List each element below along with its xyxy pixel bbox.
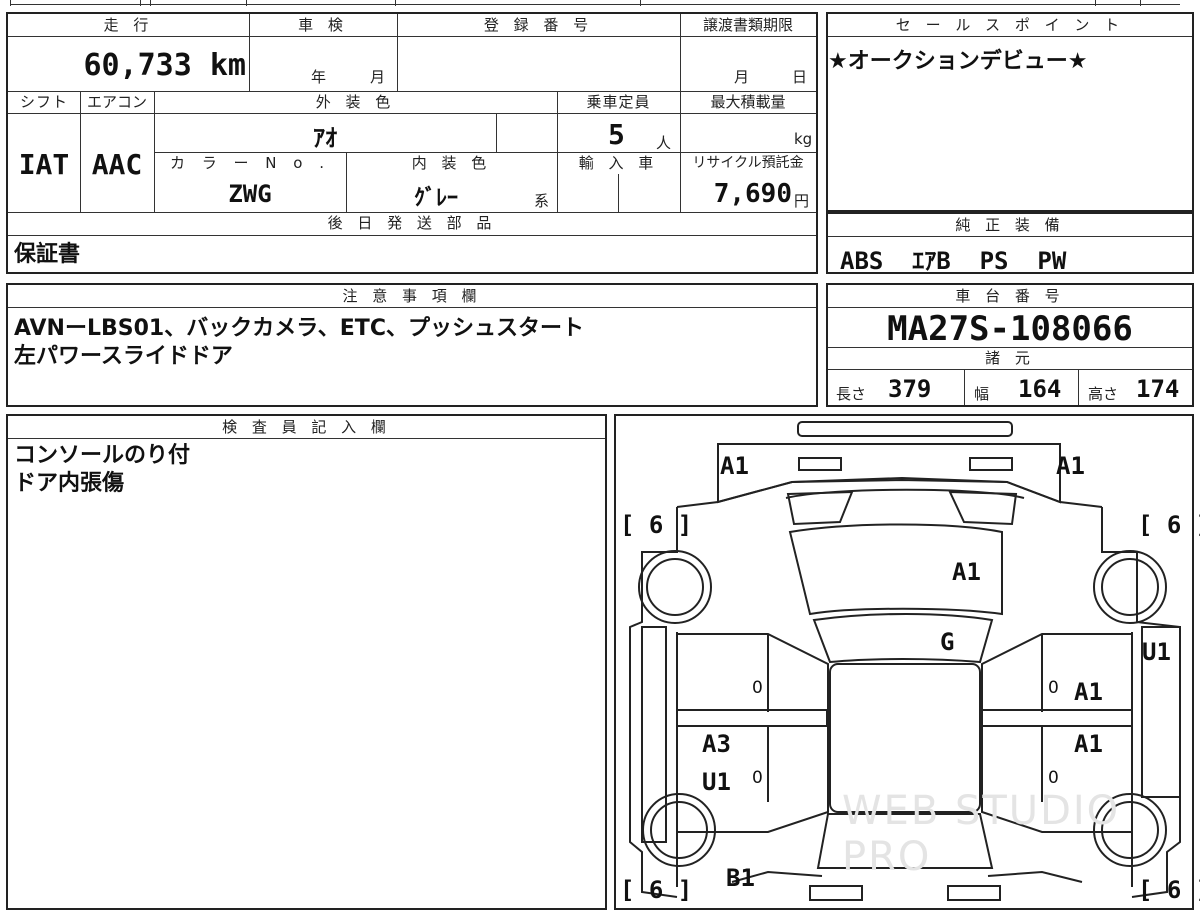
car-condition-diagram: [ 6 ] [ 6 ] [ 6 ] [ 6 ] A1 A1 A1 G U1 A1… bbox=[614, 414, 1200, 910]
inspection-month-unit: 月 bbox=[370, 68, 386, 86]
equipment-box: 純 正 装 備 ABS ｴｱB PS PW bbox=[826, 212, 1194, 275]
mark-left-rear-door-1: A3 bbox=[702, 730, 731, 758]
width-value: 164 bbox=[1018, 375, 1062, 403]
mark-front-right: A1 bbox=[1056, 452, 1085, 480]
deadline-day-unit: 日 bbox=[792, 68, 808, 86]
sales-point-value: ★オークションデビュー★ bbox=[828, 49, 1088, 74]
mark-right-front-door: A1 bbox=[1074, 678, 1103, 706]
import-header: 輸 入 車 bbox=[578, 154, 659, 172]
notes-line-1: AVNーLBS01、バックカメラ、ETC、プッシュスタート bbox=[14, 316, 584, 341]
registration-header: 登 録 番 号 bbox=[483, 16, 594, 34]
mileage-value: 60,733 km bbox=[83, 48, 246, 83]
specs-header: 諸 元 bbox=[985, 349, 1035, 367]
notes-box: 注 意 事 項 欄 AVNーLBS01、バックカメラ、ETC、プッシュスタート … bbox=[6, 283, 818, 407]
capacity-value: 5 bbox=[608, 118, 625, 151]
exterior-color-value: ｱｵ bbox=[313, 124, 337, 152]
inspector-box: 検 査 員 記 入 欄 コンソールのり付 ドア内張傷 bbox=[6, 414, 607, 910]
top-strip bbox=[0, 0, 1200, 6]
zero-left-rear: 0 bbox=[752, 768, 763, 788]
length-label: 長さ bbox=[836, 385, 867, 403]
deadline-month-unit: 月 bbox=[734, 68, 750, 86]
equipment-header: 純 正 装 備 bbox=[955, 216, 1065, 234]
aircon-header: エアコン bbox=[86, 93, 147, 111]
mark-hood: A1 bbox=[952, 558, 981, 586]
sales-point-box: セ ー ル ス ポ イ ン ト ★オークションデビュー★ bbox=[826, 12, 1194, 212]
recycle-header: リサイクル預託金 bbox=[692, 155, 804, 171]
height-value: 174 bbox=[1136, 375, 1180, 403]
inspection-year-unit: 年 bbox=[311, 68, 327, 86]
inspection-header: 車 検 bbox=[298, 16, 348, 34]
sales-point-header: セ ー ル ス ポ イ ン ト bbox=[895, 16, 1125, 34]
vehicle-info-table: 走 行 車 検 登 録 番 号 譲渡書類期限 60,733 km 年 月 月 日… bbox=[6, 12, 818, 274]
shift-value: IAT bbox=[18, 148, 70, 181]
mark-windshield: G bbox=[940, 628, 955, 656]
capacity-unit: 人 bbox=[656, 134, 672, 152]
mark-left-rear-door-2: U1 bbox=[702, 768, 731, 796]
mileage-header: 走 行 bbox=[103, 16, 154, 34]
chassis-box: 車 台 番 号 MA27S-108066 諸 元 長さ 379 幅 164 高さ… bbox=[826, 283, 1194, 407]
color-no-value: ZWG bbox=[228, 180, 272, 208]
height-label: 高さ bbox=[1088, 385, 1119, 403]
inspector-header: 検 査 員 記 入 欄 bbox=[222, 418, 391, 436]
recycle-value: 7,690 bbox=[713, 179, 792, 209]
interior-suffix: 系 bbox=[534, 192, 550, 210]
tire-right-front-label: [ 6 ] bbox=[1138, 511, 1200, 539]
exterior-color-header: 外 装 色 bbox=[315, 93, 396, 111]
length-value: 379 bbox=[888, 375, 932, 403]
zero-right-rear: 0 bbox=[1048, 768, 1059, 788]
mark-rear-left: B1 bbox=[726, 864, 755, 892]
equipment-value: ABS ｴｱB PS PW bbox=[840, 247, 1067, 275]
interior-color-header: 内 装 色 bbox=[411, 154, 492, 172]
shift-header: シフト bbox=[19, 93, 68, 111]
interior-color-value: ｸﾞﾚｰ bbox=[413, 186, 458, 211]
max-load-header: 最大積載量 bbox=[710, 93, 786, 111]
notes-header: 注 意 事 項 欄 bbox=[342, 287, 482, 305]
aircon-value: AAC bbox=[91, 148, 143, 181]
zero-left-front: 0 bbox=[752, 678, 763, 698]
width-label: 幅 bbox=[974, 385, 990, 403]
tire-left-front-label: [ 6 ] bbox=[620, 511, 693, 539]
max-load-unit: kg bbox=[794, 130, 813, 148]
zero-right-front: 0 bbox=[1048, 678, 1059, 698]
transfer-deadline-header: 譲渡書類期限 bbox=[702, 16, 793, 34]
color-no-header: カ ラ ー N o . bbox=[169, 154, 330, 172]
inspector-line-2: ドア内張傷 bbox=[14, 471, 125, 496]
chassis-header: 車 台 番 号 bbox=[955, 287, 1065, 305]
inspector-line-1: コンソールのり付 bbox=[14, 443, 191, 468]
capacity-header: 乗車定員 bbox=[586, 93, 651, 111]
later-parts-value: 保証書 bbox=[14, 242, 81, 267]
mark-right-fender: U1 bbox=[1142, 638, 1171, 666]
later-parts-header: 後 日 発 送 部 品 bbox=[327, 214, 497, 232]
watermark: WEB STUDIO PRO bbox=[842, 788, 1121, 880]
mark-front-left: A1 bbox=[720, 452, 749, 480]
notes-line-2: 左パワースライドドア bbox=[14, 344, 233, 369]
chassis-value: MA27S-108066 bbox=[887, 309, 1133, 349]
recycle-unit: 円 bbox=[794, 192, 810, 210]
mark-right-rear-door: A1 bbox=[1074, 730, 1103, 758]
